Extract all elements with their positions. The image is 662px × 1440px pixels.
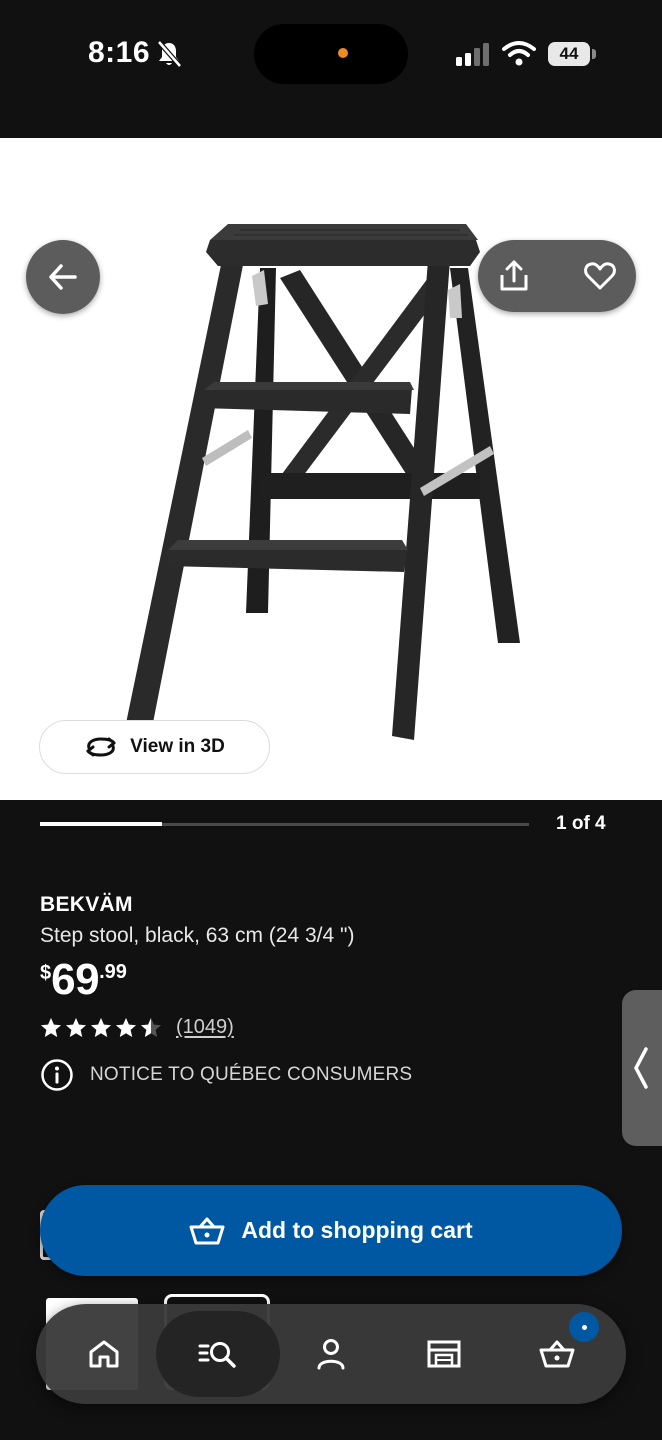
step-stool-image: [124, 224, 520, 740]
star-icon: [66, 1017, 86, 1037]
heart-icon: [584, 262, 616, 290]
wifi-icon: [502, 40, 536, 71]
review-count-link[interactable]: (1049): [176, 1016, 234, 1039]
product-description: Step stool, black, 63 cm (24 3/4 "): [40, 924, 355, 947]
cart-icon: [539, 1340, 575, 1368]
cart-badge: [569, 1312, 599, 1342]
cellular-signal-icon: [456, 42, 492, 71]
gallery-page-indicator: 1 of 4: [556, 813, 606, 834]
status-time: 8:16: [88, 36, 151, 69]
view-in-3d-label: View in 3D: [130, 736, 225, 757]
back-button[interactable]: [26, 240, 100, 314]
star-icon: [141, 1017, 161, 1037]
add-to-cart-label: Add to shopping cart: [241, 1217, 473, 1243]
rating-stars: [40, 1017, 162, 1039]
favorite-button[interactable]: [578, 256, 622, 296]
battery-indicator: 44: [548, 42, 590, 66]
gallery-progress-fill: [40, 822, 162, 826]
store-icon: [427, 1340, 461, 1368]
price-decimal: .99: [99, 961, 127, 983]
silent-bell-icon: [156, 40, 182, 73]
nav-stores[interactable]: [388, 1304, 500, 1404]
dynamic-island: [254, 24, 408, 84]
share-button[interactable]: [492, 256, 536, 296]
account-icon: [317, 1339, 345, 1370]
rotate-3d-icon: [86, 737, 116, 757]
nav-account[interactable]: [275, 1304, 387, 1404]
home-icon: [89, 1340, 119, 1368]
add-to-cart-button[interactable]: Add to shopping cart: [40, 1185, 622, 1276]
chevron-left-icon: [634, 1047, 648, 1089]
price-integer: 69: [51, 955, 100, 1004]
info-icon: [41, 1059, 73, 1091]
product-rating[interactable]: (1049): [40, 1016, 234, 1039]
product-image-gallery[interactable]: View in 3D: [0, 138, 662, 800]
arrow-left-icon: [49, 264, 77, 290]
product-actions: [478, 240, 636, 312]
quebec-notice-link[interactable]: NOTICE TO QUÉBEC CONSUMERS: [40, 1058, 412, 1092]
quebec-notice-label: NOTICE TO QUÉBEC CONSUMERS: [90, 1064, 413, 1085]
search-icon: [198, 1342, 236, 1368]
privacy-indicator: [338, 48, 348, 58]
shopping-basket-icon: [189, 1217, 225, 1244]
product-brand: BEKVÄM: [40, 893, 133, 916]
star-icon: [116, 1017, 136, 1037]
status-bar: 8:16 44: [0, 0, 662, 138]
star-icon: [91, 1017, 111, 1037]
view-in-3d-button[interactable]: View in 3D: [39, 720, 270, 774]
battery-tip: [592, 49, 596, 59]
bottom-navigation: [36, 1304, 626, 1404]
price-currency: $: [40, 962, 52, 984]
side-panel-tab[interactable]: [622, 990, 662, 1146]
nav-home[interactable]: [48, 1304, 160, 1404]
product-price: $ 69 .99: [40, 956, 127, 1004]
share-icon: [500, 260, 528, 291]
nav-search[interactable]: [162, 1304, 274, 1404]
star-icon: [41, 1017, 61, 1037]
